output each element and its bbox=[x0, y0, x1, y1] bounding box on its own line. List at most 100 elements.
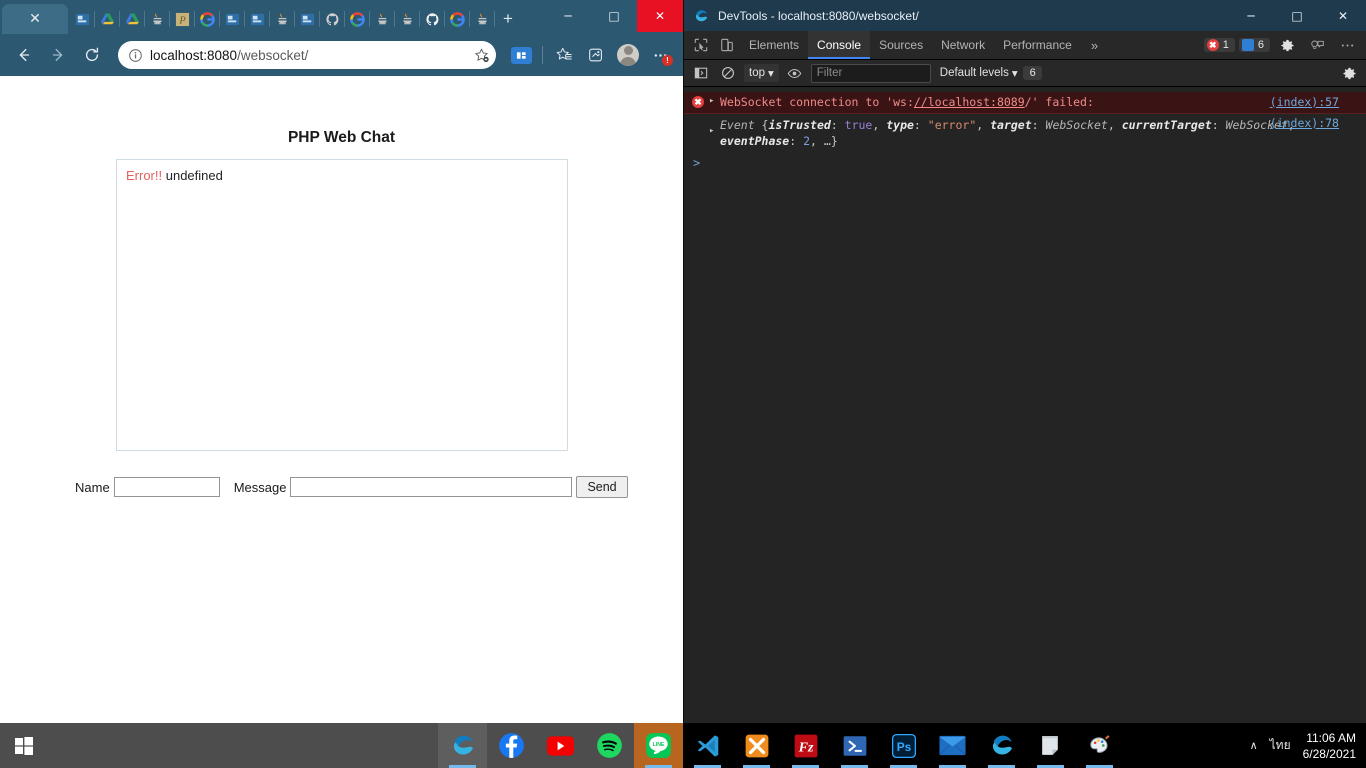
log-levels-select[interactable]: Default levels ▾ bbox=[940, 66, 1018, 80]
taskbar-sticky-notes[interactable] bbox=[1026, 723, 1075, 768]
tab-elements[interactable]: Elements bbox=[740, 31, 808, 59]
taskbar-powershell[interactable] bbox=[830, 723, 879, 768]
forward-button[interactable] bbox=[42, 39, 74, 71]
tab-java-3[interactable] bbox=[370, 4, 395, 34]
send-button[interactable]: Send bbox=[576, 476, 628, 498]
new-tab-button[interactable]: + bbox=[495, 4, 521, 34]
console-output[interactable]: ✖ ▸ WebSocket connection to 'ws://localh… bbox=[684, 92, 1366, 723]
windows-taskbar: LINE Fz Ps ∧ ไทย 11:06 AM 6/28/2021 bbox=[0, 723, 1366, 768]
taskbar-paint[interactable] bbox=[1075, 723, 1124, 768]
expand-arrow-icon[interactable]: ▸ bbox=[709, 96, 714, 106]
tab-network[interactable]: Network bbox=[932, 31, 994, 59]
favorites-button[interactable] bbox=[549, 40, 579, 70]
tab-google-1[interactable] bbox=[195, 4, 220, 34]
maximize-button[interactable]: □ bbox=[591, 0, 637, 32]
show-hidden-icons-button[interactable]: ∧ bbox=[1250, 739, 1258, 752]
taskbar-facebook[interactable] bbox=[487, 723, 536, 768]
tab-windows-app[interactable] bbox=[70, 4, 95, 34]
language-indicator[interactable]: ไทย bbox=[1270, 736, 1291, 755]
live-expression-button[interactable] bbox=[784, 62, 806, 84]
collections-button[interactable] bbox=[581, 40, 611, 70]
execution-context-select[interactable]: top ▾ bbox=[744, 64, 779, 82]
message-input[interactable] bbox=[290, 477, 573, 497]
taskbar-youtube[interactable] bbox=[536, 723, 585, 768]
live-expression-icon bbox=[788, 68, 802, 78]
tab-console[interactable]: Console bbox=[808, 31, 871, 59]
tab-java-2[interactable] bbox=[270, 4, 295, 34]
edge-icon bbox=[453, 735, 473, 755]
tab-windows-app-3[interactable] bbox=[245, 4, 270, 34]
inspect-element-button[interactable] bbox=[688, 32, 714, 58]
error-link-text[interactable]: //localhost:8089 bbox=[914, 95, 1025, 109]
message-count-badge[interactable]: 6 bbox=[1238, 38, 1270, 52]
clear-console-button[interactable] bbox=[717, 62, 739, 84]
console-source-link[interactable]: (index):57 bbox=[1270, 95, 1339, 109]
name-input[interactable] bbox=[113, 477, 220, 497]
facebook-icon bbox=[499, 733, 524, 758]
taskbar-filezilla[interactable]: Fz bbox=[781, 723, 830, 768]
tab-java-4[interactable] bbox=[395, 4, 420, 34]
start-button[interactable] bbox=[0, 723, 48, 768]
devtools-tab-bar: Elements Console Sources Network Perform… bbox=[684, 31, 1366, 60]
extensions-button[interactable] bbox=[506, 40, 536, 70]
tab-google-2[interactable] bbox=[345, 4, 370, 34]
console-sidebar-button[interactable] bbox=[690, 62, 712, 84]
close-icon[interactable]: ✕ bbox=[29, 12, 41, 26]
error-text-before: WebSocket connection to ' bbox=[720, 95, 894, 109]
console-issues-badge[interactable]: 6 bbox=[1022, 66, 1042, 80]
reload-button[interactable] bbox=[76, 39, 108, 71]
browser-window-controls: ─ □ ✕ bbox=[545, 0, 683, 32]
tab-java-5[interactable] bbox=[470, 4, 495, 34]
devtools-more-button[interactable] bbox=[1334, 32, 1360, 58]
tab-github-2[interactable] bbox=[420, 4, 445, 34]
more-settings-button[interactable]: ! bbox=[645, 40, 675, 70]
tab-phpstorm[interactable]: P bbox=[170, 4, 195, 34]
tab-github-1[interactable] bbox=[320, 4, 345, 34]
line-icon: LINE bbox=[646, 733, 671, 758]
devtools-close-button[interactable]: ✕ bbox=[1320, 0, 1366, 31]
back-button[interactable] bbox=[8, 39, 40, 71]
taskbar-vscode[interactable] bbox=[683, 723, 732, 768]
taskbar-edge[interactable] bbox=[438, 723, 487, 768]
star-add-icon[interactable] bbox=[473, 47, 490, 64]
console-filter-input[interactable] bbox=[810, 63, 931, 83]
taskbar-spotify[interactable] bbox=[585, 723, 634, 768]
device-toolbar-button[interactable] bbox=[714, 32, 740, 58]
console-error-entry[interactable]: ✖ ▸ WebSocket connection to 'ws://localh… bbox=[684, 92, 1366, 114]
windows-start-icon bbox=[15, 736, 33, 755]
tab-sources[interactable]: Sources bbox=[870, 31, 932, 59]
console-source-link[interactable]: (index):78 bbox=[1270, 116, 1339, 130]
taskbar-line[interactable]: LINE bbox=[634, 723, 683, 768]
taskbar-photoshop[interactable]: Ps bbox=[879, 723, 928, 768]
tab-windows-app-2[interactable] bbox=[220, 4, 245, 34]
tab-google-drive-1[interactable] bbox=[95, 4, 120, 34]
console-settings-button[interactable] bbox=[1338, 62, 1360, 84]
devtools-maximize-button[interactable]: □ bbox=[1274, 0, 1320, 31]
clock[interactable]: 11:06 AM 6/28/2021 bbox=[1303, 730, 1356, 762]
tab-google-drive-2[interactable] bbox=[120, 4, 145, 34]
tab-performance[interactable]: Performance bbox=[994, 31, 1081, 59]
expand-arrow-icon[interactable]: ▸ bbox=[709, 126, 714, 136]
devtools-settings-button[interactable] bbox=[1274, 32, 1300, 58]
profile-button[interactable] bbox=[613, 40, 643, 70]
taskbar-edge-2[interactable] bbox=[977, 723, 1026, 768]
close-button[interactable]: ✕ bbox=[637, 0, 683, 32]
console-prompt[interactable]: > bbox=[684, 153, 1366, 173]
info-icon[interactable] bbox=[128, 48, 143, 63]
address-bar[interactable]: localhost:8080/websocket/ bbox=[118, 41, 496, 69]
desktop-screen: ✕ P + ─ □ ✕ localhost:8080/websocket/ ! … bbox=[0, 0, 1366, 768]
active-tab[interactable]: ✕ bbox=[2, 4, 68, 34]
prop-key: isTrusted bbox=[768, 118, 831, 132]
feedback-button[interactable] bbox=[1304, 32, 1330, 58]
error-text-after: /' failed: bbox=[1024, 95, 1094, 109]
tab-google-3[interactable] bbox=[445, 4, 470, 34]
taskbar-xampp[interactable] bbox=[732, 723, 781, 768]
minimize-button[interactable]: ─ bbox=[545, 0, 591, 32]
console-object-entry[interactable]: (index):78 ▸ Event {isTrusted: true, typ… bbox=[684, 114, 1366, 153]
tab-windows-app-4[interactable] bbox=[295, 4, 320, 34]
tab-java-1[interactable] bbox=[145, 4, 170, 34]
more-tabs-button[interactable]: » bbox=[1081, 38, 1108, 53]
devtools-minimize-button[interactable]: ─ bbox=[1228, 0, 1274, 31]
taskbar-mail[interactable] bbox=[928, 723, 977, 768]
error-count-badge[interactable]: ✖ 1 bbox=[1203, 38, 1235, 52]
